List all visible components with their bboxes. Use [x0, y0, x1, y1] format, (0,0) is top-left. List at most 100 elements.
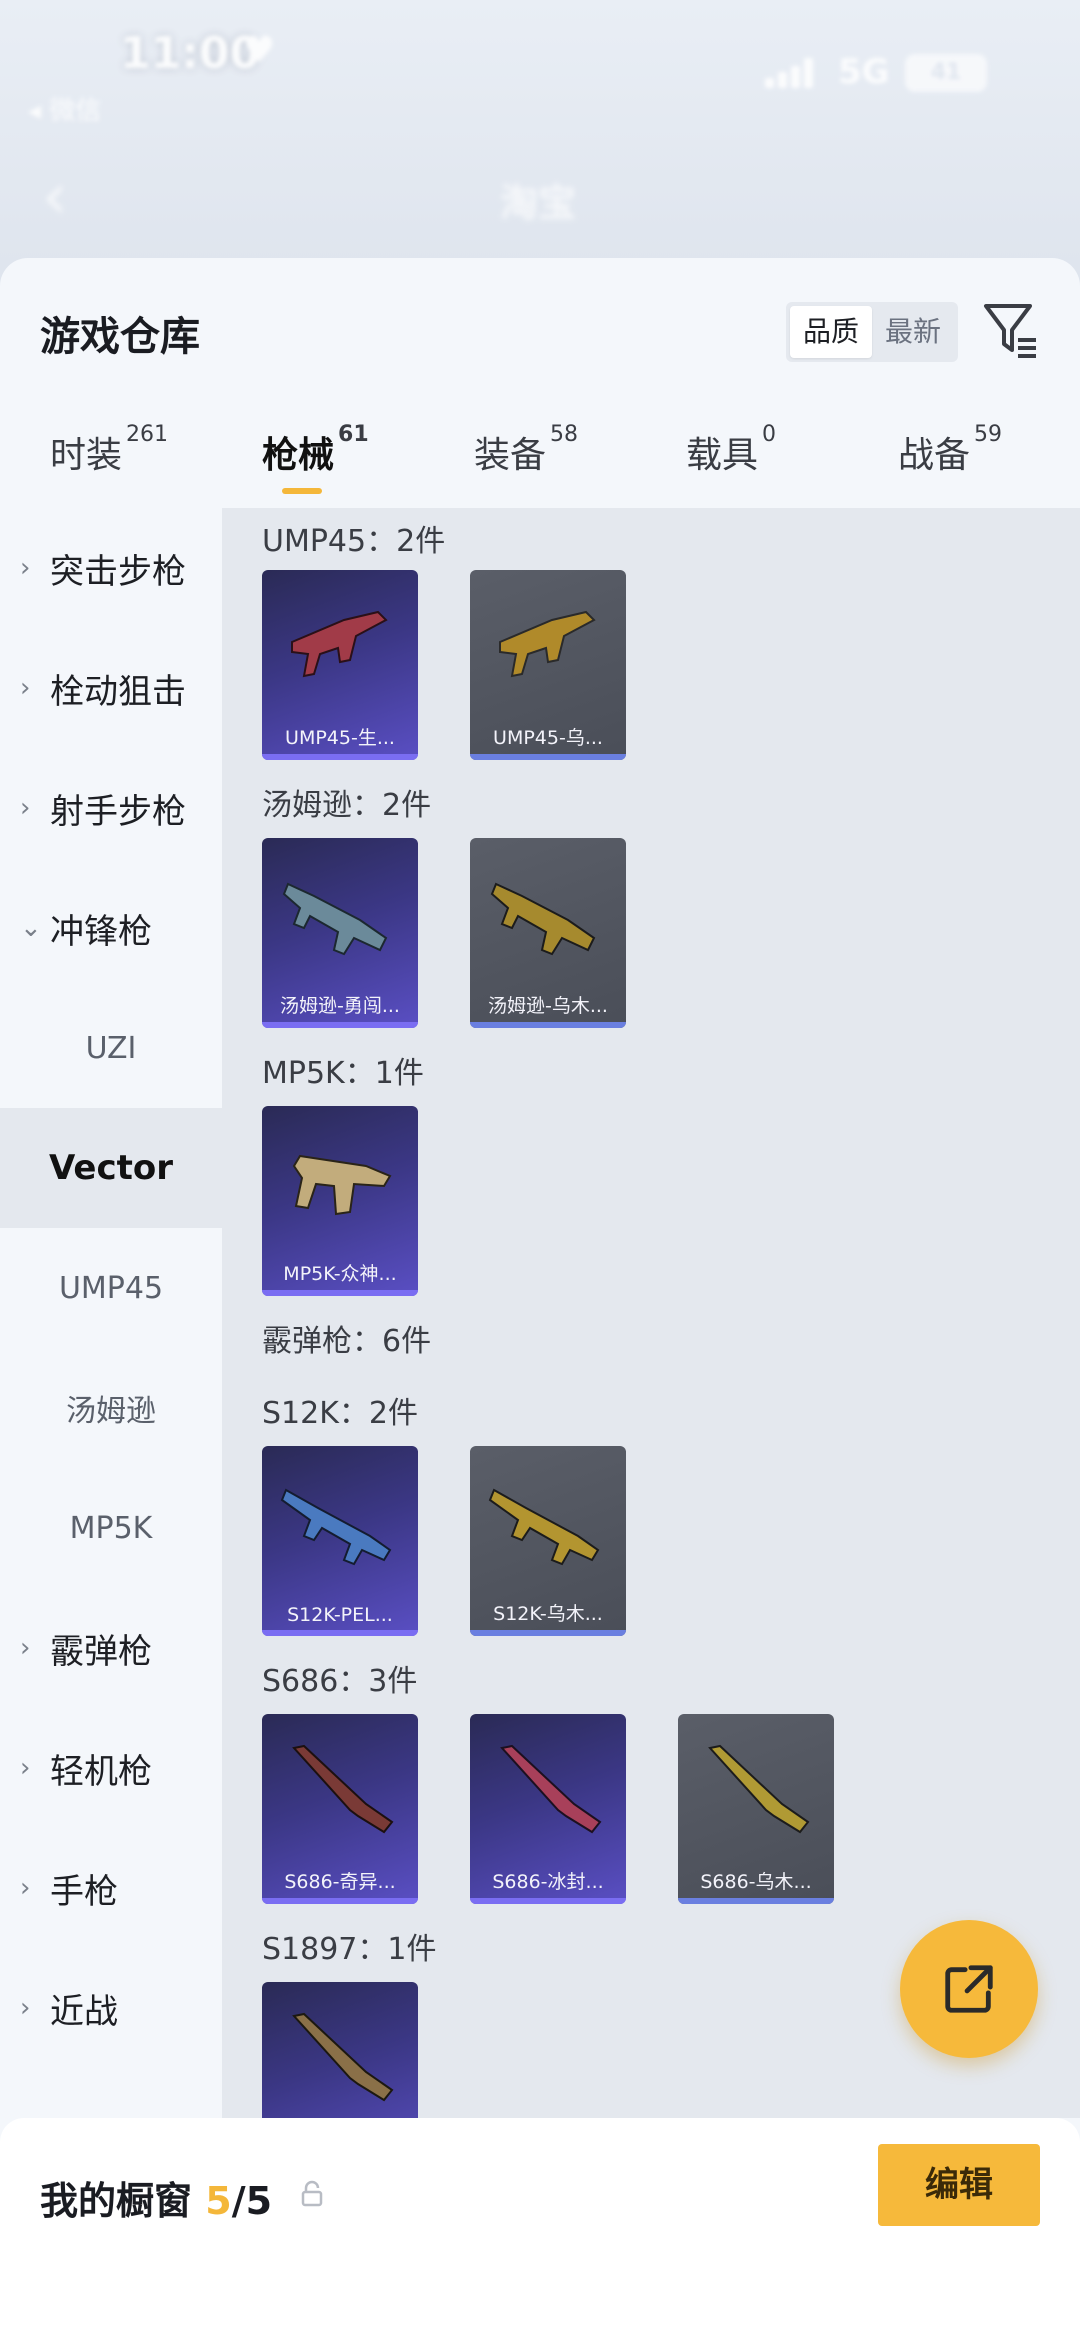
tab-firearms[interactable]: 枪械61: [262, 422, 369, 496]
smg-icon: [292, 1154, 392, 1216]
sidebar-sub-mp5k[interactable]: MP5K: [0, 1468, 222, 1588]
sidebar-item-label: 冲锋枪: [50, 911, 152, 952]
sidebar-item-label: 射手步枪: [50, 791, 186, 832]
chevron-right-icon: ›: [20, 673, 31, 703]
sort-quality-option[interactable]: 品质: [790, 306, 872, 358]
sidebar-item-pistol[interactable]: › 手枪: [0, 1828, 222, 1948]
nav-bar: ‹ 淘宝: [0, 160, 1080, 240]
sidebar-item-marksman-rifle[interactable]: › 射手步枪: [0, 748, 222, 868]
heart-icon: ♥: [243, 30, 276, 71]
weapon-card[interactable]: S686-乌木...: [678, 1714, 834, 1904]
weapon-card[interactable]: S12K-PEL...: [262, 1446, 418, 1636]
showcase-total: /5: [231, 2179, 273, 2223]
tab-equipment[interactable]: 装备58: [474, 422, 578, 496]
sidebar-sub-thompson[interactable]: 汤姆逊: [0, 1348, 222, 1468]
weapon-card[interactable]: 汤姆逊-勇闯...: [262, 838, 418, 1028]
back-arrow-icon[interactable]: ‹: [42, 160, 68, 234]
weapon-name: UMP45-乌...: [493, 727, 603, 749]
category-tabs: 时装261 枪械61 装备58 载具0 战备59: [0, 418, 1080, 508]
chevron-right-icon: ›: [20, 1993, 31, 2023]
sidebar-item-melee[interactable]: › 近战: [0, 1948, 222, 2068]
sidebar-item-label: 手枪: [50, 1871, 118, 1912]
tab-count: 58: [550, 422, 579, 447]
chevron-down-icon: ⌄: [20, 913, 42, 943]
sidebar-item-shotgun[interactable]: › 霰弹枪: [0, 1588, 222, 1708]
weapon-card[interactable]: S686-奇异...: [262, 1714, 418, 1904]
weapon-name: S686-乌木...: [700, 1871, 812, 1893]
smg-icon: [490, 882, 596, 956]
group-header-ump45: UMP45：2件: [262, 524, 446, 559]
sidebar-item-label: 栓动狙击: [50, 671, 186, 712]
weapon-card[interactable]: [262, 1982, 418, 2118]
rarity-bar: [262, 1022, 418, 1028]
group-header-s686: S686：3件: [262, 1664, 418, 1699]
tab-label: 战备: [898, 435, 971, 476]
tab-fashion[interactable]: 时装261: [50, 422, 168, 496]
sidebar-sub-uzi[interactable]: UZI: [0, 988, 222, 1108]
weapon-card[interactable]: MP5K-众神...: [262, 1106, 418, 1296]
network-type: 5G: [838, 52, 890, 92]
group-header-mp5k: MP5K：1件: [262, 1056, 424, 1091]
tab-count: 59: [974, 422, 1003, 447]
filter-icon[interactable]: [980, 298, 1040, 362]
tab-supplies[interactable]: 战备59: [898, 422, 1002, 496]
weapon-card[interactable]: S686-冰封...: [470, 1714, 626, 1904]
weapon-name: S12K-PEL...: [287, 1604, 393, 1626]
back-to-app-label[interactable]: ◂ 微信: [28, 90, 101, 127]
weapon-name: 汤姆逊-乌木...: [488, 995, 608, 1017]
shotgun-icon: [280, 1488, 392, 1566]
edit-button[interactable]: 编辑: [878, 2144, 1040, 2226]
weapon-name: UMP45-生...: [285, 727, 395, 749]
chevron-right-icon: ›: [20, 793, 31, 823]
battery-indicator: 41: [905, 54, 987, 92]
rarity-bar: [678, 1898, 834, 1904]
showcase-current-count: 5: [205, 2179, 232, 2223]
weapon-name: S12K-乌木...: [493, 1603, 603, 1625]
lock-icon: [301, 2180, 323, 2207]
weapon-name: S686-奇异...: [284, 1871, 396, 1893]
weapon-card[interactable]: S12K-乌木...: [470, 1446, 626, 1636]
tab-count: 0: [762, 422, 777, 447]
rarity-bar: [470, 1898, 626, 1904]
rarity-bar: [262, 1898, 418, 1904]
group-header-s12k: S12K：2件: [262, 1396, 418, 1431]
weapon-card[interactable]: UMP45-乌...: [470, 570, 626, 760]
status-time: 11:00: [120, 28, 261, 79]
chevron-right-icon: ›: [20, 553, 31, 583]
tab-label: 枪械: [262, 435, 335, 476]
group-header-thompson: 汤姆逊：2件: [262, 788, 432, 823]
rarity-bar: [262, 754, 418, 760]
showcase-bar: 我的橱窗 5/5 编辑: [0, 2118, 1080, 2341]
sidebar-sub-ump45[interactable]: UMP45: [0, 1228, 222, 1348]
weapon-card[interactable]: 汤姆逊-乌木...: [470, 838, 626, 1028]
back-app-name: 微信: [49, 96, 102, 126]
sidebar-item-label: 突击步枪: [50, 551, 186, 592]
tab-label: 载具: [686, 435, 759, 476]
tab-count: 261: [126, 422, 169, 447]
rarity-bar: [470, 1630, 626, 1636]
weapon-category-sidebar: › 突击步枪 › 栓动狙击 › 射手步枪 ⌄ 冲锋枪 UZI Vector UMP45 …: [0, 508, 222, 2118]
shotgun-icon: [500, 1744, 602, 1834]
weapon-name: 汤姆逊-勇闯...: [280, 995, 400, 1017]
sidebar-item-bolt-sniper[interactable]: › 栓动狙击: [0, 628, 222, 748]
sidebar-sub-vector[interactable]: Vector: [0, 1108, 222, 1228]
sidebar-item-label: 轻机枪: [50, 1751, 152, 1792]
weapon-card[interactable]: UMP45-生...: [262, 570, 418, 760]
signal-icon: [765, 58, 821, 88]
sheet-title: 游戏仓库: [40, 314, 200, 360]
weapon-name: MP5K-众神...: [283, 1263, 397, 1285]
sidebar-item-lmg[interactable]: › 轻机枪: [0, 1708, 222, 1828]
rarity-bar: [262, 1630, 418, 1636]
sort-newest-option[interactable]: 最新: [872, 306, 954, 358]
tab-label: 时装: [50, 435, 123, 476]
showcase-title: 我的橱窗: [40, 2179, 193, 2223]
showcase-label: 我的橱窗 5/5: [40, 2170, 272, 2225]
chevron-right-icon: ›: [20, 1873, 31, 1903]
share-button[interactable]: [900, 1920, 1038, 2058]
active-tab-indicator: [282, 488, 322, 494]
sidebar-item-assault-rifle[interactable]: › 突击步枪: [0, 508, 222, 628]
tab-vehicles[interactable]: 载具0: [686, 422, 776, 496]
sidebar-item-smg[interactable]: ⌄ 冲锋枪: [0, 868, 222, 988]
weapon-list: UMP45：2件 UMP45-生... UMP45-乌... 汤姆逊：2件 汤姆…: [222, 508, 1080, 2118]
smg-icon: [499, 610, 596, 678]
